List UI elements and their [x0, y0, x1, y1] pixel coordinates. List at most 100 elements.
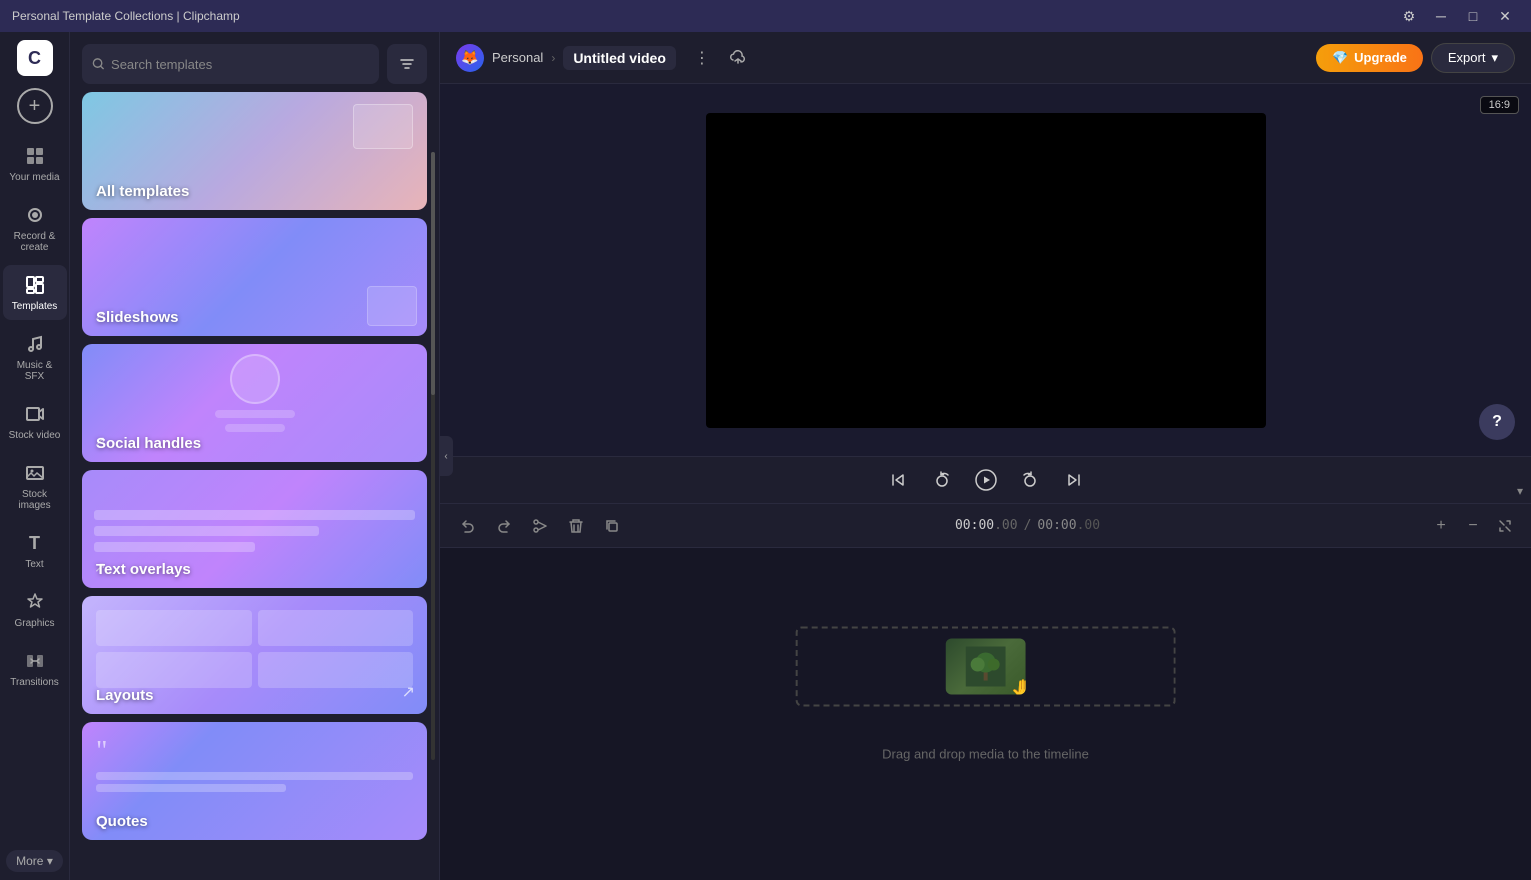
- breadcrumb-workspace[interactable]: Personal: [492, 50, 543, 65]
- main-layout: C + Your media Record & create: [0, 32, 1531, 880]
- cursor-hand-icon: 🤚: [1011, 678, 1026, 695]
- template-card-slideshows[interactable]: ↗ Slideshows: [82, 218, 427, 336]
- thumbnail-image: [946, 639, 1026, 695]
- minimize-button[interactable]: ─: [1427, 2, 1455, 30]
- scrollbar-track: [431, 152, 435, 760]
- cut-button[interactable]: [524, 510, 556, 542]
- drop-text: Drag and drop media to the timeline: [882, 747, 1089, 762]
- rewind-icon: [933, 471, 951, 489]
- card-label: Text overlays: [96, 561, 191, 578]
- rewind-button[interactable]: [926, 464, 958, 496]
- sidebar-item-stock-video[interactable]: Stock video: [3, 394, 67, 449]
- icon-sidebar: C + Your media Record & create: [0, 32, 70, 880]
- skip-to-start-button[interactable]: [882, 464, 914, 496]
- delete-button[interactable]: [560, 510, 592, 542]
- time-total: 00:00.00: [1037, 518, 1100, 533]
- duplicate-icon: [604, 518, 620, 534]
- logo-letter: C: [28, 48, 41, 69]
- workspace-icon: 🦊: [456, 44, 484, 72]
- settings-button[interactable]: ⚙: [1395, 2, 1423, 30]
- timeline-chevron-button[interactable]: ▾: [1509, 480, 1531, 502]
- video-title[interactable]: Untitled video: [563, 46, 676, 70]
- add-new-button[interactable]: +: [17, 88, 53, 124]
- search-input[interactable]: [111, 57, 369, 72]
- video-preview-area: 16:9 ?: [440, 84, 1531, 456]
- sidebar-item-label: Your media: [9, 172, 59, 183]
- sidebar-item-music[interactable]: Music & SFX: [3, 324, 67, 390]
- forward-icon: [1021, 471, 1039, 489]
- help-button[interactable]: ?: [1479, 404, 1515, 440]
- music-icon: [23, 332, 47, 356]
- title-bar-controls: ⚙ ─ □ ✕: [1395, 2, 1519, 30]
- cut-icon: [532, 518, 548, 534]
- logo-button[interactable]: C: [17, 40, 53, 76]
- template-card-layouts[interactable]: ↗ Layouts: [82, 596, 427, 714]
- editor-area: 🦊 Personal › Untitled video ⋮ 💎 Upgrade: [440, 32, 1531, 880]
- upgrade-button[interactable]: 💎 Upgrade: [1316, 44, 1423, 72]
- card-label: Layouts: [96, 687, 154, 704]
- sidebar-item-text[interactable]: T Text: [3, 523, 67, 578]
- templates-search-area: [70, 32, 439, 92]
- search-input-wrap: [82, 44, 379, 84]
- tree-icon: [966, 647, 1006, 687]
- template-list: All templates ↗ Slideshows: [70, 92, 439, 880]
- undo-icon: [460, 518, 476, 534]
- timeline-area: 🤚 Drag and drop media to the timeline: [440, 548, 1531, 880]
- sidebar-item-label: Stock video: [9, 430, 61, 441]
- sidebar-item-templates[interactable]: Templates: [3, 265, 67, 320]
- breadcrumb-separator: ›: [551, 51, 555, 65]
- filter-icon: [399, 56, 415, 72]
- sidebar-item-transitions[interactable]: Transitions: [3, 641, 67, 696]
- time-display: 00:00.00 / 00:00.00: [955, 518, 1100, 533]
- more-button[interactable]: More ▾: [6, 850, 63, 872]
- card-label: All templates: [96, 183, 189, 200]
- expand-timeline-button[interactable]: [1491, 512, 1519, 540]
- duplicate-button[interactable]: [596, 510, 628, 542]
- play-pause-button[interactable]: [970, 464, 1002, 496]
- skip-start-icon: [889, 471, 907, 489]
- sidebar-item-record-create[interactable]: Record & create: [3, 195, 67, 261]
- template-card-social-handles[interactable]: ↗ Social handles: [82, 344, 427, 462]
- expand-icon: [1498, 519, 1512, 533]
- skip-end-icon: [1065, 471, 1083, 489]
- fast-forward-button[interactable]: [1014, 464, 1046, 496]
- sidebar-item-stock-images[interactable]: Stock images: [3, 453, 67, 519]
- scrollbar-thumb[interactable]: [431, 152, 435, 395]
- upgrade-gem-icon: 💎: [1332, 50, 1348, 66]
- card-label: Quotes: [96, 813, 148, 830]
- template-card-quotes[interactable]: " Quotes: [82, 722, 427, 840]
- templates-icon: [23, 273, 47, 297]
- card-label: Social handles: [96, 435, 201, 452]
- maximize-button[interactable]: □: [1459, 2, 1487, 30]
- cloud-status-button[interactable]: [724, 44, 752, 72]
- upgrade-label: Upgrade: [1354, 50, 1407, 65]
- panel-toggle-button[interactable]: ‹: [439, 436, 453, 476]
- undo-button[interactable]: [452, 510, 484, 542]
- playback-controls: [440, 456, 1531, 504]
- redo-button[interactable]: [488, 510, 520, 542]
- filter-button[interactable]: [387, 44, 427, 84]
- time-separator: /: [1024, 518, 1032, 533]
- zoom-out-button[interactable]: −: [1459, 512, 1487, 540]
- close-button[interactable]: ✕: [1491, 2, 1519, 30]
- media-thumbnail: 🤚: [946, 639, 1026, 695]
- delete-icon: [568, 518, 584, 534]
- export-button[interactable]: Export ▾: [1431, 43, 1515, 73]
- sidebar-item-label: Templates: [12, 301, 58, 312]
- text-icon: T: [23, 531, 47, 555]
- zoom-in-button[interactable]: +: [1427, 512, 1455, 540]
- templates-panel: All templates ↗ Slideshows: [70, 32, 440, 880]
- sidebar-item-label: Text: [25, 559, 43, 570]
- skip-to-end-button[interactable]: [1058, 464, 1090, 496]
- template-card-text-overlays[interactable]: ↗ Text overlays: [82, 470, 427, 588]
- record-icon: [23, 203, 47, 227]
- drop-zone-rect: [796, 627, 1176, 707]
- timeline-toolbar: 00:00.00 / 00:00.00 + − ▾: [440, 504, 1531, 548]
- more-options-button[interactable]: ⋮: [688, 44, 716, 72]
- search-icon: [92, 57, 105, 71]
- redo-icon: [496, 518, 512, 534]
- template-card-all-templates[interactable]: All templates: [82, 92, 427, 210]
- sidebar-item-graphics[interactable]: Graphics: [3, 582, 67, 637]
- sidebar-item-your-media[interactable]: Your media: [3, 136, 67, 191]
- time-current: 00:00.00: [955, 518, 1018, 533]
